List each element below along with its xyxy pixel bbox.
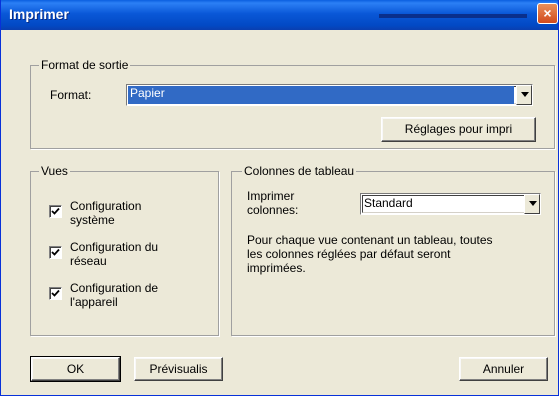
network-config-label[interactable]: Configuration du réseau [70, 240, 158, 268]
close-button[interactable]: × [537, 3, 558, 24]
print-settings-button[interactable]: Réglages pour impri [381, 117, 536, 142]
checkmark-icon [51, 248, 60, 256]
format-label: Format: [50, 88, 92, 102]
close-icon: × [543, 5, 552, 21]
print-columns-label: Imprimer colonnes: [247, 189, 299, 217]
system-config-label[interactable]: Configuration système [70, 199, 141, 227]
device-config-label[interactable]: Configuration de l'appareil [70, 281, 158, 309]
format-select-value: Papier [128, 86, 514, 104]
print-settings-button-label: Réglages pour impri [404, 122, 513, 136]
chevron-down-icon [529, 201, 537, 206]
print-columns-select-value: Standard [364, 196, 413, 210]
print-columns-dropdown-button[interactable] [524, 194, 540, 214]
format-dropdown-button[interactable] [516, 85, 532, 105]
title-bar[interactable]: Imprimer × [1, 0, 558, 30]
preview-button[interactable]: Prévisualis [134, 357, 223, 381]
checkmark-icon [51, 289, 60, 297]
ok-button[interactable]: OK [30, 356, 121, 382]
print-dialog: Imprimer × Format de sortie Format: Papi… [0, 0, 559, 396]
window-title: Imprimer [9, 6, 69, 22]
title-bar-strip [379, 14, 527, 18]
checkmark-icon [51, 207, 60, 215]
views-legend: Vues [39, 164, 70, 178]
chevron-down-icon [521, 92, 529, 97]
checkbox-device-config[interactable] [49, 287, 62, 300]
cancel-button[interactable]: Annuler [459, 357, 548, 381]
table-columns-description: Pour chaque vue contenant un tableau, to… [247, 233, 493, 275]
checkbox-system-config[interactable] [49, 205, 62, 218]
output-format-legend: Format de sortie [39, 58, 131, 72]
checkbox-network-config[interactable] [49, 246, 62, 259]
table-columns-legend: Colonnes de tableau [242, 164, 357, 178]
print-columns-select[interactable]: Standard [360, 193, 541, 215]
format-select[interactable]: Papier [126, 84, 533, 106]
